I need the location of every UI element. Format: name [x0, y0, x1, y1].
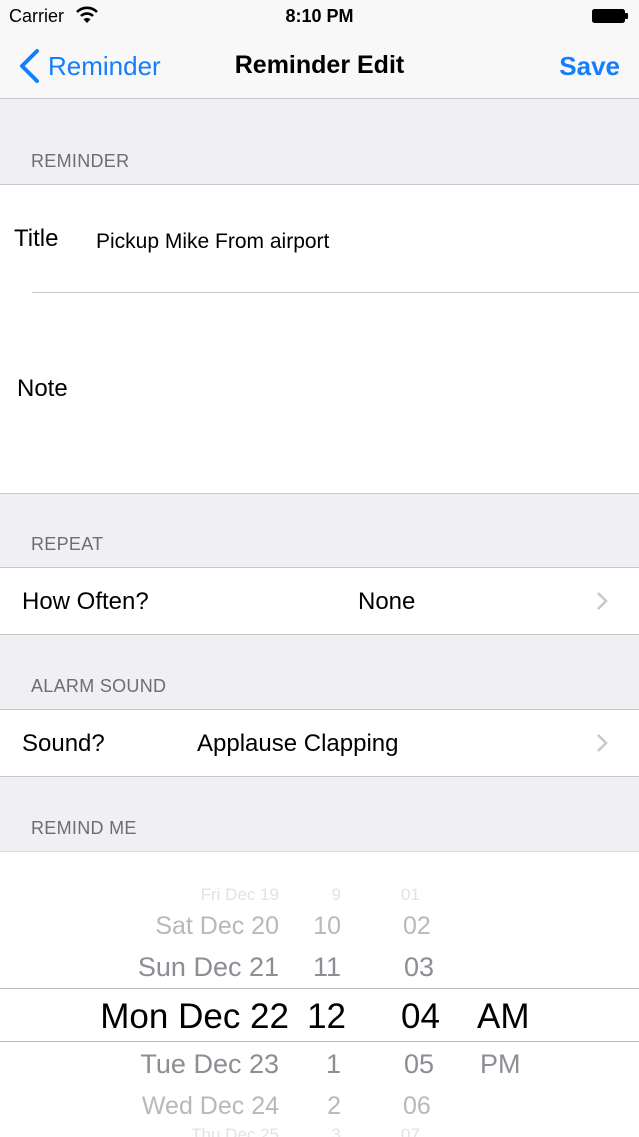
picker-hour-option[interactable]: 9: [332, 886, 341, 903]
picker-minute-option[interactable]: 06: [403, 1094, 431, 1119]
picker-hour-option[interactable]: 1: [326, 1051, 341, 1078]
picker-minute-option[interactable]: 03: [404, 954, 434, 981]
how-often-label: How Often?: [22, 588, 149, 615]
picker-date-option[interactable]: Wed Dec 24: [142, 1094, 279, 1119]
how-often-value: None: [358, 588, 416, 615]
save-button[interactable]: Save: [559, 51, 620, 82]
picker-date-option[interactable]: Tue Dec 23: [140, 1051, 279, 1078]
chevron-right-icon: [597, 734, 608, 752]
picker-hour-selected[interactable]: 12: [307, 999, 346, 1034]
note-label: Note: [17, 375, 68, 402]
picker-hour-option[interactable]: 2: [327, 1094, 341, 1119]
reminder-group: Title Pickup Mike From airport Note: [0, 184, 639, 494]
picker-ampm-selected[interactable]: AM: [477, 999, 530, 1034]
picker-minute-option[interactable]: 07: [401, 1126, 420, 1137]
picker-date-option[interactable]: Sun Dec 21: [138, 954, 279, 981]
picker-selection-top-line: [0, 988, 639, 989]
note-cell[interactable]: Note: [0, 293, 639, 493]
picker-minute-option[interactable]: 01: [401, 886, 420, 903]
status-bar: Carrier 8:10 PM: [0, 0, 639, 34]
title-field[interactable]: Pickup Mike From airport: [96, 230, 329, 254]
title-cell[interactable]: Title Pickup Mike From airport: [0, 185, 639, 292]
navigation-bar: Reminder Reminder Edit Save: [0, 34, 639, 99]
page-title: Reminder Edit: [234, 51, 405, 79]
picker-minute-option[interactable]: 02: [403, 914, 431, 939]
picker-minute-selected[interactable]: 04: [401, 999, 440, 1034]
chevron-right-icon: [597, 592, 608, 610]
battery-icon: [592, 9, 628, 23]
how-often-cell[interactable]: How Often? None: [0, 567, 639, 635]
sound-value: Applause Clapping: [197, 730, 399, 757]
picker-selection-bottom-line: [0, 1041, 639, 1042]
clock-time: 8:10 PM: [285, 6, 354, 26]
picker-minute-option[interactable]: 05: [404, 1051, 434, 1078]
picker-date-selected[interactable]: Mon Dec 22: [100, 999, 289, 1034]
picker-hour-option[interactable]: 11: [313, 954, 341, 981]
title-label: Title: [14, 225, 59, 252]
picker-hour-option[interactable]: 10: [313, 914, 341, 939]
section-header-repeat: REPEAT: [31, 534, 104, 554]
picker-date-option[interactable]: Fri Dec 19: [201, 886, 279, 903]
picker-hour-option[interactable]: 3: [332, 1126, 341, 1137]
sound-label: Sound?: [22, 730, 105, 757]
sound-cell[interactable]: Sound? Applause Clapping: [0, 709, 639, 777]
picker-ampm-option[interactable]: PM: [480, 1051, 521, 1078]
picker-date-option[interactable]: Thu Dec 25: [191, 1126, 279, 1137]
section-header-alarm-sound: ALARM SOUND: [31, 676, 167, 696]
section-header-reminder: REMINDER: [31, 151, 130, 171]
date-time-picker[interactable]: Fri Dec 19 Sat Dec 20 Sun Dec 21 Mon Dec…: [0, 851, 639, 1137]
section-header-remind-me: REMIND ME: [31, 818, 137, 838]
picker-date-option[interactable]: Sat Dec 20: [155, 914, 279, 939]
